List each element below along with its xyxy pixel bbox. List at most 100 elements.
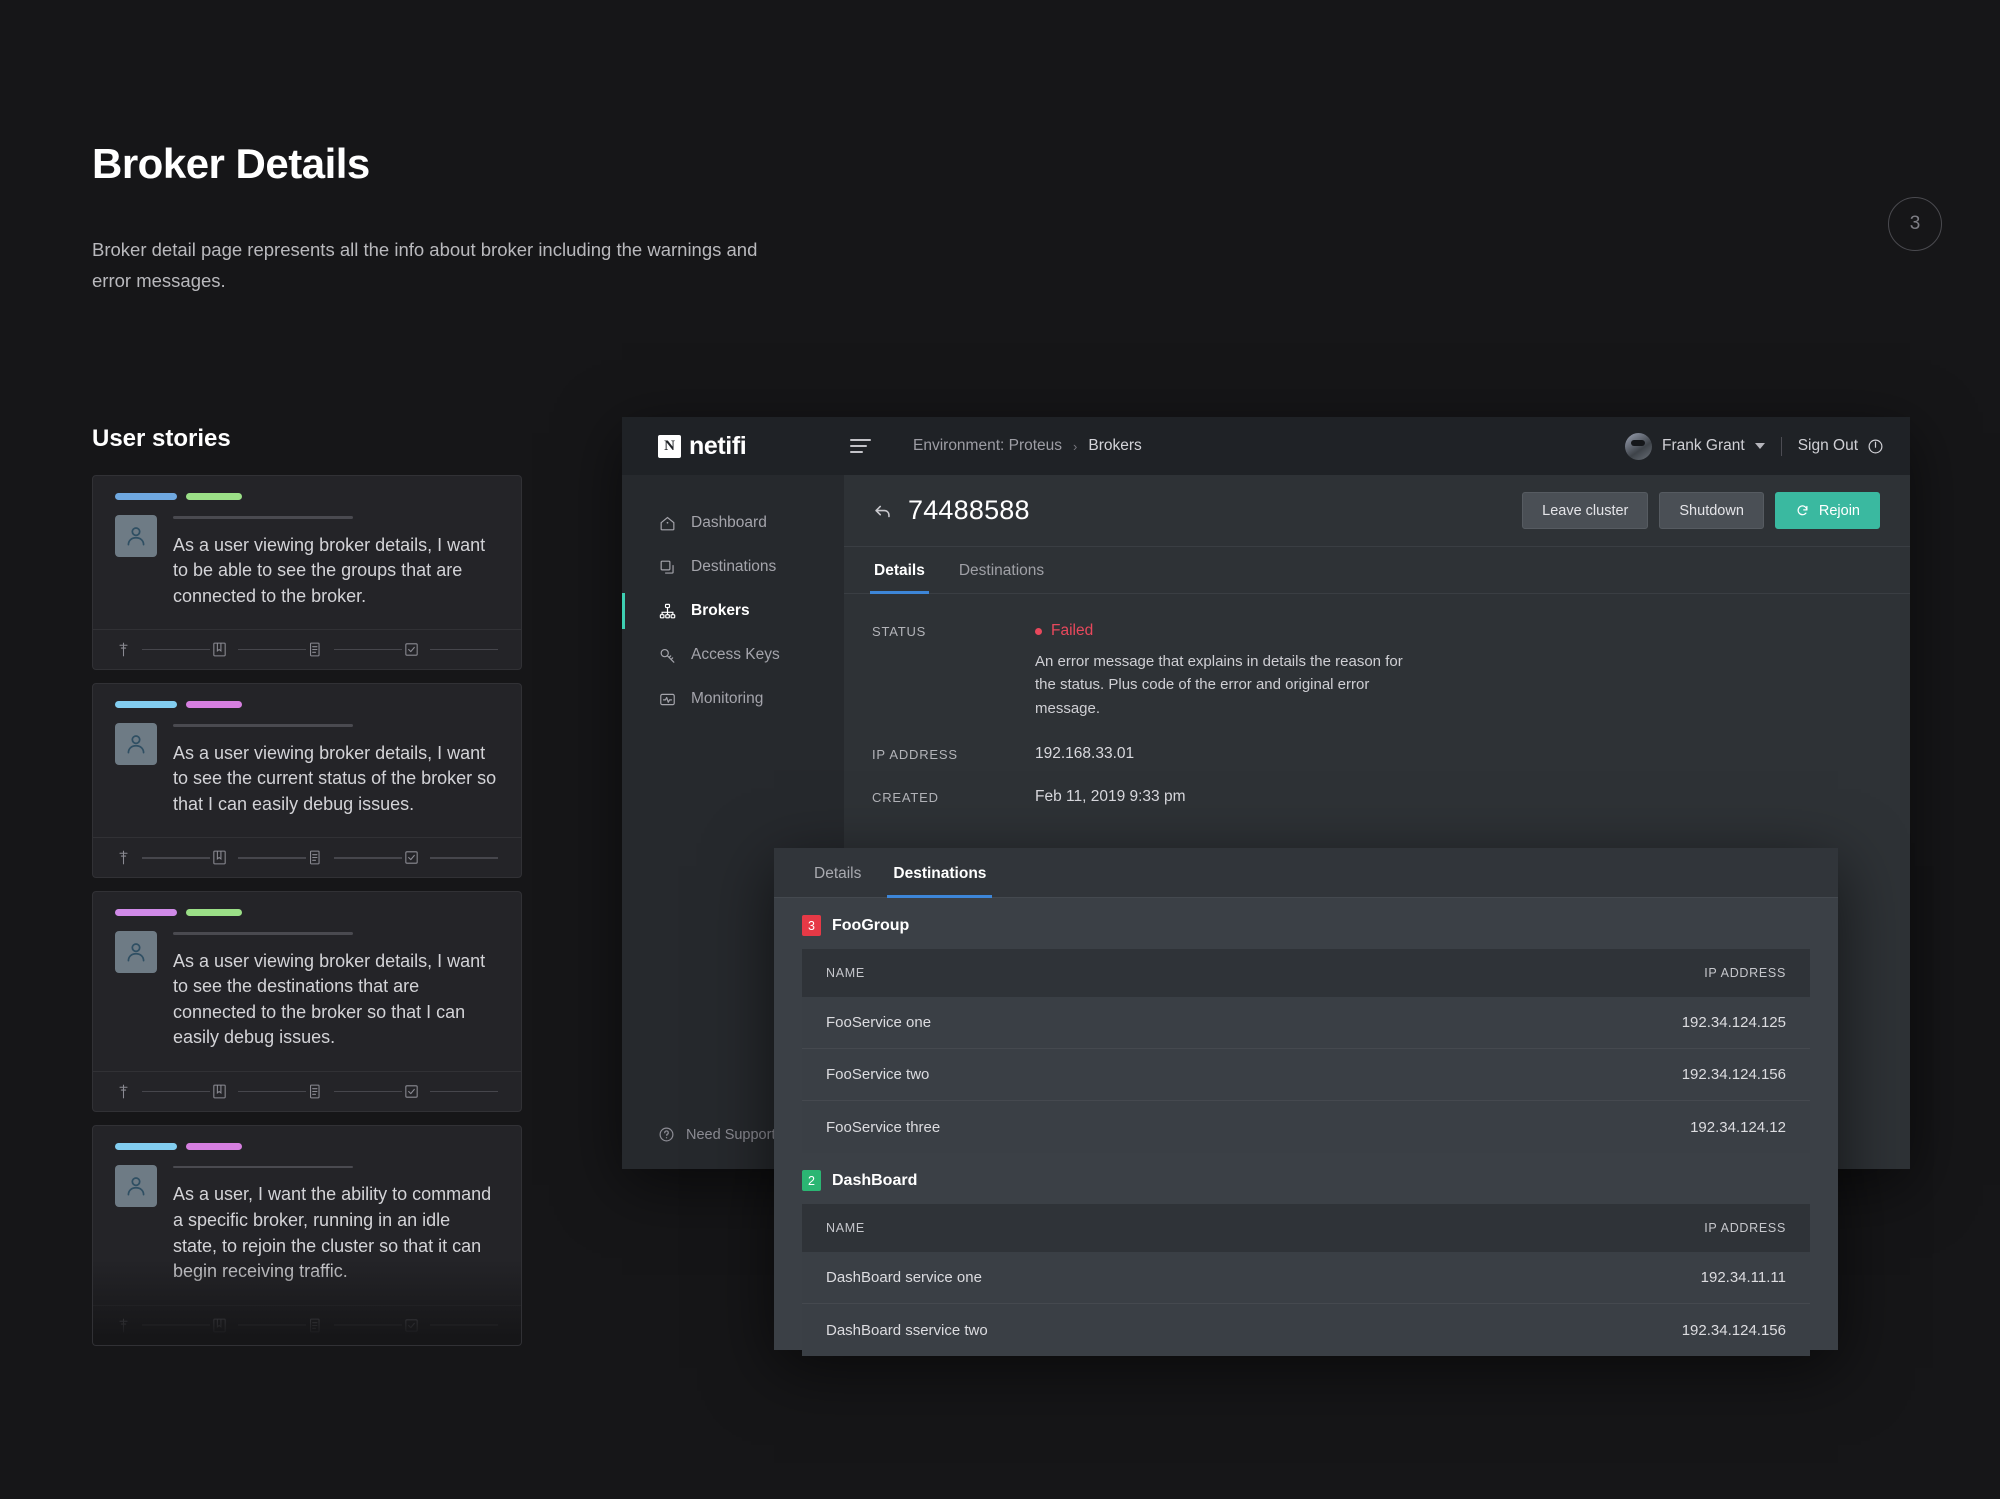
need-support-link[interactable]: Need Support? (658, 1126, 784, 1143)
shutdown-button[interactable]: Shutdown (1659, 492, 1764, 529)
story-meta-item[interactable] (211, 641, 307, 658)
table-row[interactable]: DashBoard service one192.34.11.11 (802, 1252, 1810, 1304)
table-row[interactable]: FooService three192.34.124.12 (802, 1101, 1810, 1153)
meta-placeholder-line (430, 649, 498, 651)
key-icon (658, 646, 677, 665)
sidebar-item-label: Access Keys (691, 646, 780, 664)
sidebar-item-brokers[interactable]: Brokers (622, 589, 844, 633)
destinations-table: NAMEIP ADDRESS FooService one192.34.124.1… (802, 949, 1810, 1153)
user-name: Frank Grant (1662, 437, 1745, 455)
story-meta-item[interactable] (403, 849, 499, 866)
table-row[interactable]: FooService one192.34.124.125 (802, 997, 1810, 1049)
back-arrow-icon[interactable] (872, 500, 894, 522)
user-story-card[interactable]: As a user viewing broker details, I want… (92, 891, 522, 1112)
story-meta-item[interactable] (307, 641, 403, 658)
story-meta-item[interactable] (115, 1083, 211, 1100)
document-icon (307, 1317, 324, 1334)
story-tags (115, 701, 499, 708)
meta-placeholder-line (142, 1091, 210, 1093)
story-body: As a user viewing broker details, I want… (93, 892, 521, 1071)
divider (1781, 437, 1782, 456)
sidebar-item-monitoring[interactable]: Monitoring (622, 677, 844, 721)
story-tag (186, 701, 242, 708)
story-meta-item[interactable] (115, 849, 211, 866)
destinations-table: NAMEIP ADDRESSDashBoard service one192.3… (802, 1204, 1810, 1356)
story-meta-item[interactable] (211, 1083, 307, 1100)
story-footer (93, 629, 521, 669)
rejoin-button[interactable]: Rejoin (1775, 492, 1880, 529)
sidebar-nav: DashboardDestinationsBrokers Access Keys M… (622, 501, 844, 721)
story-meta-item[interactable] (403, 1317, 499, 1334)
refresh-icon (1795, 503, 1810, 518)
chevron-right-icon: › (1073, 439, 1077, 454)
checkbox-icon (403, 1083, 420, 1100)
column-header-ip: IP ADDRESS (1704, 966, 1786, 980)
menu-toggle-icon[interactable] (850, 439, 871, 453)
sidebar-item-dashboard[interactable]: Dashboard (622, 501, 844, 545)
story-title-placeholder (173, 516, 353, 519)
meta-placeholder-line (334, 1091, 402, 1093)
destination-name: DashBoard sservice two (826, 1322, 1682, 1339)
sidebar-item-destinations[interactable]: Destinations (622, 545, 844, 589)
document-icon (307, 849, 324, 866)
story-meta-item[interactable] (307, 1083, 403, 1100)
group-header[interactable]: 3FooGroup (802, 898, 1810, 949)
group-header[interactable]: 2DashBoard (802, 1153, 1810, 1204)
table-row[interactable]: DashBoard sservice two192.34.124.156 (802, 1304, 1810, 1356)
tab-details[interactable]: Details (812, 848, 863, 897)
table-row[interactable]: FooService two192.34.124.156 (802, 1049, 1810, 1101)
meta-placeholder-line (430, 1324, 498, 1326)
user-story-card[interactable]: As a user, I want the ability to command… (92, 1125, 522, 1346)
destination-group: 3FooGroup NAMEIP ADDRESS FooService one192… (774, 898, 1838, 1153)
story-tag (115, 909, 177, 916)
story-text: As a user viewing broker details, I want… (173, 533, 499, 610)
app-header: N netifi Environment: Proteus › Brokers … (622, 417, 1910, 475)
status-dot-icon (1035, 628, 1042, 635)
user-story-card[interactable]: As a user viewing broker details, I want… (92, 475, 522, 670)
story-meta-item[interactable] (307, 849, 403, 866)
meta-placeholder-line (334, 649, 402, 651)
detail-row-ip: IP ADDRESS 192.168.33.01 (872, 745, 1882, 763)
story-tag (115, 701, 177, 708)
tab-destinations[interactable]: Destinations (957, 547, 1046, 593)
meta-placeholder-line (238, 857, 306, 859)
breadcrumb-current[interactable]: Brokers (1088, 437, 1141, 455)
document-icon (307, 1083, 324, 1100)
user-menu[interactable]: Frank Grant (1625, 433, 1765, 460)
avatar (115, 723, 157, 765)
meta-placeholder-line (334, 1324, 402, 1326)
story-body: As a user, I want the ability to command… (93, 1126, 521, 1305)
merge-icon (115, 641, 132, 658)
column-header-name: NAME (826, 966, 1704, 980)
story-body: As a user viewing broker details, I want… (93, 684, 521, 837)
sidebar-item-access-keys[interactable]: Access Keys (622, 633, 844, 677)
story-meta-item[interactable] (115, 641, 211, 658)
meta-placeholder-line (238, 1091, 306, 1093)
detail-row-created: CREATED Feb 11, 2019 9:33 pm (872, 788, 1882, 806)
tab-destinations[interactable]: Destinations (891, 848, 988, 897)
user-story-card[interactable]: As a user viewing broker details, I want… (92, 683, 522, 878)
brand-logo[interactable]: N netifi (622, 432, 844, 461)
tab-details[interactable]: Details (872, 547, 927, 593)
leave-cluster-button[interactable]: Leave cluster (1522, 492, 1648, 529)
destination-groups: 3FooGroup NAMEIP ADDRESS FooService one192… (774, 898, 1838, 1356)
status-badge: Failed (1035, 622, 1407, 640)
merge-icon (115, 1083, 132, 1100)
meta-placeholder-line (334, 857, 402, 859)
meta-placeholder-line (430, 1091, 498, 1093)
story-meta-item[interactable] (403, 1083, 499, 1100)
story-meta-item[interactable] (307, 1317, 403, 1334)
story-meta-item[interactable] (211, 849, 307, 866)
story-meta-item[interactable] (211, 1317, 307, 1334)
breadcrumb-environment[interactable]: Environment: Proteus (913, 437, 1062, 455)
main-tabs: Details Destinations (844, 547, 1910, 594)
story-meta-item[interactable] (403, 641, 499, 658)
destination-name: FooService three (826, 1119, 1690, 1136)
story-meta-item[interactable] (115, 1317, 211, 1334)
story-text: As a user viewing broker details, I want… (173, 949, 499, 1051)
sitemap-icon (658, 602, 677, 621)
group-name: FooGroup (832, 917, 909, 935)
avatar (115, 1165, 157, 1207)
sign-out-button[interactable]: Sign Out (1798, 437, 1884, 455)
group-count-badge: 2 (802, 1170, 821, 1191)
